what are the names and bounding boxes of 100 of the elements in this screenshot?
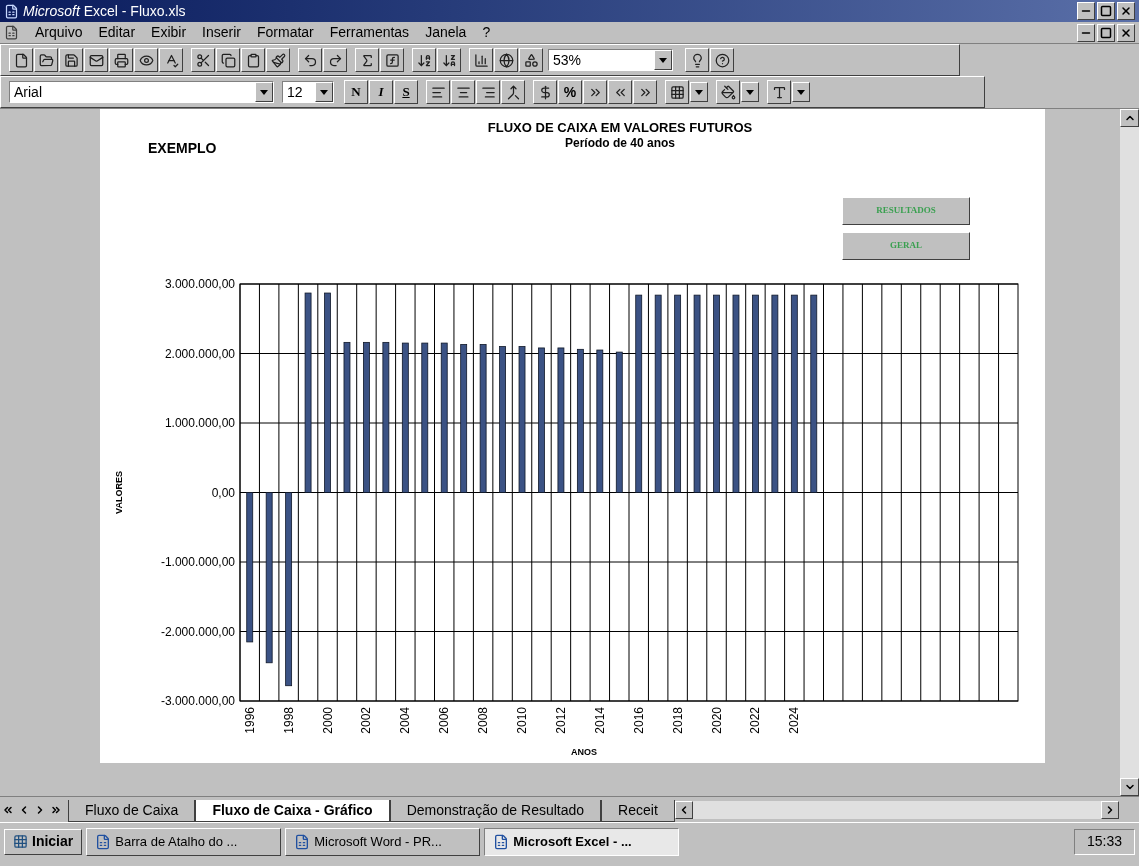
lightbulb-icon[interactable] <box>685 48 709 72</box>
restore-icon <box>1100 5 1112 17</box>
start-button[interactable]: Iniciar <box>4 828 83 855</box>
y-tick-label: 0,00 <box>211 485 235 500</box>
redo-icon[interactable] <box>323 48 347 72</box>
chart-heading: EXEMPLO <box>148 140 217 156</box>
align-left-icon[interactable] <box>426 80 450 104</box>
sheet-tab[interactable]: Fluxo de Caixa <box>68 800 196 822</box>
drawing-icon[interactable] <box>519 48 543 72</box>
vertical-scrollbar[interactable] <box>1120 109 1139 796</box>
sigma-icon[interactable] <box>355 48 379 72</box>
minimize-button[interactable] <box>1077 2 1095 20</box>
cut-icon[interactable] <box>191 48 215 72</box>
scroll-up-button[interactable] <box>1120 109 1139 127</box>
caret-icon <box>746 89 754 95</box>
menu-item[interactable]: Formatar <box>248 22 322 43</box>
x-tick-label: 2024 <box>787 707 802 734</box>
chart-subtitle: Período de 40 anos <box>565 136 675 150</box>
caret-icon <box>695 89 703 95</box>
zoom-field[interactable]: 53% <box>548 49 673 71</box>
windows-logo-icon <box>13 834 28 849</box>
save-icon[interactable] <box>59 48 83 72</box>
x-tick-label: 2000 <box>320 707 335 734</box>
style-button[interactable]: I <box>369 80 393 104</box>
minimize-button[interactable] <box>1077 23 1095 42</box>
dropdown-button[interactable] <box>255 82 273 102</box>
font-field[interactable]: Arial <box>9 81 274 103</box>
borders-icon[interactable] <box>665 80 689 104</box>
restore-button[interactable] <box>1097 23 1115 42</box>
document-icon <box>4 25 19 40</box>
scroll-down-button[interactable] <box>1120 778 1139 796</box>
y-tick-label: -3.000.000,00 <box>160 694 235 708</box>
globe-icon[interactable] <box>494 48 518 72</box>
sheet-tab[interactable]: Fluxo de Caixa - Gráfico <box>195 800 390 822</box>
app-icon <box>95 833 112 850</box>
printer-icon[interactable] <box>109 48 133 72</box>
x-tick-label: 2002 <box>359 707 374 734</box>
taskbar-button[interactable]: Microsoft Excel - ... <box>484 827 680 856</box>
y-tick-label: -1.000.000,00 <box>160 555 235 569</box>
menu-item[interactable]: Ferramentas <box>321 22 418 43</box>
sort-ascending-icon[interactable] <box>412 48 436 72</box>
align-center-icon[interactable] <box>451 80 475 104</box>
preview-icon[interactable] <box>134 48 158 72</box>
menu-item[interactable]: Editar <box>90 22 144 43</box>
caret-icon <box>320 89 328 95</box>
font-color-icon[interactable] <box>767 80 791 104</box>
y-tick-label: 2.000.000,00 <box>164 346 235 361</box>
menu-item[interactable]: ? <box>474 22 499 43</box>
caret-icon <box>659 57 667 63</box>
help-icon[interactable] <box>710 48 734 72</box>
y-tick-label: 1.000.000,00 <box>164 416 235 430</box>
folder-icon[interactable] <box>34 48 58 72</box>
app-icon <box>294 833 311 850</box>
menu-item[interactable]: Janela <box>417 22 475 43</box>
taskbar-button[interactable]: Barra de Atalho do ... <box>86 827 282 856</box>
mail-icon[interactable] <box>84 48 108 72</box>
borders-dropdown[interactable] <box>690 82 708 102</box>
dropdown-button[interactable] <box>315 82 333 102</box>
taskbar-button[interactable]: Microsoft Word - PR... <box>285 827 481 856</box>
copy-icon[interactable] <box>216 48 240 72</box>
x-tick-label: 2008 <box>476 707 491 734</box>
dropdown-button[interactable] <box>654 50 672 70</box>
spell-check-icon[interactable] <box>159 48 183 72</box>
close-button[interactable] <box>1117 2 1135 20</box>
tab-scroll-left-button[interactable] <box>674 800 693 819</box>
sort-descending-icon[interactable] <box>437 48 461 72</box>
brush-icon[interactable] <box>266 48 290 72</box>
menu-item[interactable]: Exibir <box>143 22 195 43</box>
x-tick-label: 2016 <box>631 707 646 734</box>
window-title: Microsoft Excel - Fluxo.xls <box>23 1 186 21</box>
x-tick-label: 2006 <box>437 707 452 734</box>
style-button[interactable]: S <box>394 80 418 104</box>
function-icon[interactable] <box>380 48 404 72</box>
y-axis-label: VALORES <box>114 471 124 514</box>
sheet-tab[interactable]: Receit <box>601 800 675 822</box>
x-tick-label: 2004 <box>398 707 413 734</box>
close-icon <box>1120 5 1132 17</box>
caret-icon <box>260 89 268 95</box>
menu-item[interactable]: Arquivo <box>27 22 91 43</box>
style-button[interactable]: N <box>344 80 368 104</box>
font-color-dropdown[interactable] <box>792 82 810 102</box>
align-right-icon[interactable] <box>476 80 500 104</box>
sheet-tab[interactable]: Demonstração de Resultado <box>389 800 602 822</box>
x-tick-label: 2012 <box>553 707 568 734</box>
x-tick-label: 2014 <box>592 707 607 734</box>
font-size-field[interactable]: 12 <box>282 81 334 103</box>
paste-icon[interactable] <box>241 48 265 72</box>
undo-icon[interactable] <box>298 48 322 72</box>
restore-button[interactable] <box>1097 2 1115 20</box>
horizontal-scrollbar[interactable] <box>692 800 1101 819</box>
tab-scroll-right-button[interactable] <box>1101 800 1119 819</box>
chart-wizard-icon[interactable] <box>469 48 493 72</box>
fill-dropdown[interactable] <box>741 82 759 102</box>
app-icon <box>4 3 19 19</box>
menu-item[interactable]: Inserir <box>194 22 249 43</box>
new-file-icon[interactable] <box>9 48 33 72</box>
currency-icon[interactable] <box>533 80 557 104</box>
percent-button[interactable]: % <box>558 80 582 104</box>
fill-color-icon[interactable] <box>716 80 740 104</box>
close-button[interactable] <box>1117 23 1135 42</box>
